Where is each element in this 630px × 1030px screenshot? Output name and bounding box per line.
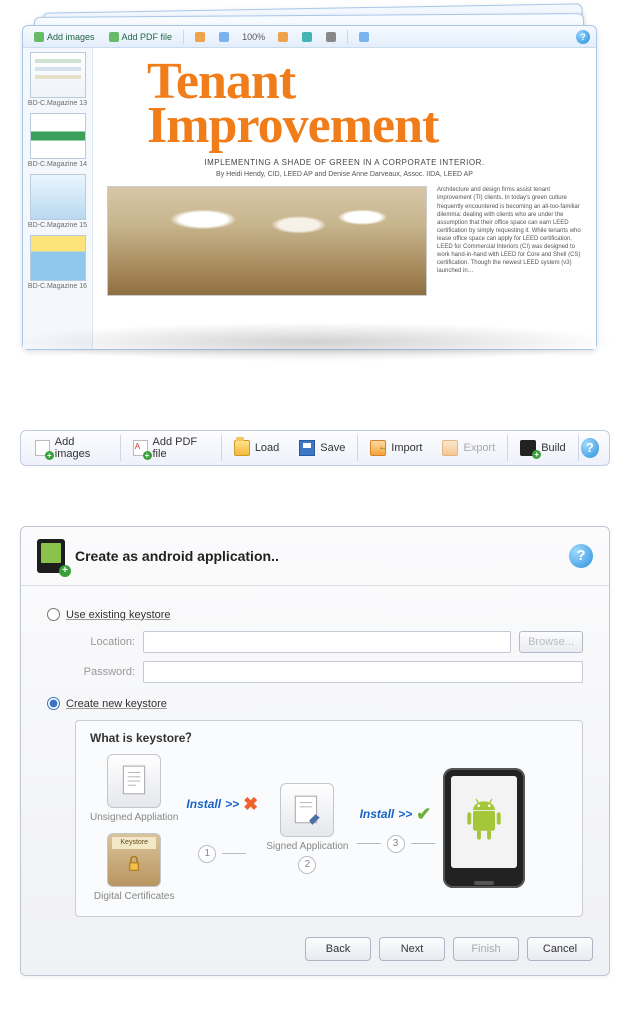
editor-help-icon[interactable]: ? [576, 30, 590, 44]
create-new-label[interactable]: Create new keystore [66, 698, 167, 710]
phone-device-icon [443, 768, 525, 888]
build-button[interactable]: Build [510, 433, 575, 463]
android-app-icon [37, 539, 65, 573]
location-input[interactable] [143, 631, 511, 653]
success-icon: ✔ [416, 804, 431, 825]
editor-add-images-button[interactable]: Add images [29, 30, 100, 44]
signed-app-icon [280, 783, 334, 837]
editor-small-btn-4[interactable] [297, 30, 317, 44]
page-byline: By Heidi Hendy, CID, LEED AP and Denise … [107, 171, 582, 178]
password-label: Password: [75, 666, 135, 678]
fail-icon: ✖ [243, 794, 258, 815]
thumbnail-panel: BD-C.Magazine 13 BD-C.Magazine 14 BD-C.M… [23, 48, 93, 349]
connector-2: Install>> ✔ 3 [357, 804, 435, 853]
dialog-help-icon[interactable]: ? [569, 544, 593, 568]
page-subtitle: IMPLEMENTING A SHADE OF GREEN IN A CORPO… [107, 158, 582, 167]
cancel-button[interactable]: Cancel [527, 937, 593, 961]
keystore-heading: What is keystore？ [90, 729, 568, 746]
create-new-radio[interactable] [47, 697, 60, 710]
editor-toolbar: Add images Add PDF file 100% ? [23, 26, 596, 48]
finish-button[interactable]: Finish [453, 937, 519, 961]
android-robot-icon [462, 797, 506, 847]
digital-certs-icon: Keystore [107, 833, 161, 887]
step-3-badge: 3 [387, 835, 405, 853]
editor-small-btn-3[interactable] [273, 30, 293, 44]
editor-small-btn-5[interactable] [321, 30, 341, 44]
dialog-header: Create as android application.. ? [21, 527, 609, 586]
unsigned-app-icon [107, 754, 161, 808]
pdf-icon [133, 440, 148, 456]
dialog-footer: Back Next Finish Cancel [21, 927, 609, 961]
step-2-badge: 2 [298, 856, 316, 874]
editor-add-images-label: Add images [47, 32, 95, 42]
load-button[interactable]: Load [224, 433, 289, 463]
password-input[interactable] [143, 661, 583, 683]
thumbnail[interactable]: BD-C.Magazine 14 [27, 113, 88, 168]
add-pdf-button[interactable]: Add PDF file [123, 433, 219, 463]
import-icon [370, 440, 386, 456]
page-canvas: TenantImprovement IMPLEMENTING A SHADE O… [93, 48, 596, 349]
step-1-badge: 1 [198, 845, 216, 863]
android-dialog: Create as android application.. ? Use ex… [20, 526, 610, 976]
export-icon [442, 440, 458, 456]
editor-add-pdf-label: Add PDF file [122, 32, 173, 42]
back-button[interactable]: Back [305, 937, 371, 961]
save-icon [299, 440, 315, 456]
editor-stack: Add images Add PDF file 100% ? BD-C.Maga… [0, 0, 630, 360]
thumbnail[interactable]: BD-C.Magazine 13 [27, 52, 88, 107]
folder-open-icon [234, 440, 250, 456]
use-existing-radio[interactable] [47, 608, 60, 621]
save-button[interactable]: Save [289, 433, 355, 463]
editor-zoom-label: 100% [242, 32, 265, 42]
editor-small-btn-1[interactable] [190, 30, 210, 44]
export-button[interactable]: Export [432, 433, 505, 463]
import-button[interactable]: Import [360, 433, 432, 463]
browse-button[interactable]: Browse... [519, 631, 583, 653]
connector-1: Install>> ✖ 1 [186, 794, 258, 863]
page-title: TenantImprovement [147, 60, 582, 148]
thumbnail[interactable]: BD-C.Magazine 15 [27, 174, 88, 229]
thumbnail[interactable]: BD-C.Magazine 16 [27, 235, 88, 290]
next-button[interactable]: Next [379, 937, 445, 961]
keystore-diagram-box: What is keystore？ Unsigned Appliation Ke… [75, 720, 583, 917]
editor-add-pdf-button[interactable]: Add PDF file [104, 30, 178, 44]
editor-small-btn-2[interactable] [214, 30, 234, 44]
page-body-text: Architecture and design firms assist ten… [437, 186, 582, 275]
main-toolbar: Add images Add PDF file Load Save Import… [20, 430, 610, 466]
dialog-title: Create as android application.. [75, 548, 279, 564]
editor-window: Add images Add PDF file 100% ? BD-C.Maga… [22, 25, 597, 350]
page-photo [107, 186, 427, 296]
use-existing-label[interactable]: Use existing keystore [66, 609, 171, 621]
editor-small-btn-6[interactable] [354, 30, 374, 44]
add-images-icon [35, 440, 50, 456]
location-label: Location: [75, 636, 135, 648]
toolbar-help-icon[interactable]: ? [581, 438, 599, 458]
build-icon [520, 440, 536, 456]
add-images-button[interactable]: Add images [25, 433, 118, 463]
